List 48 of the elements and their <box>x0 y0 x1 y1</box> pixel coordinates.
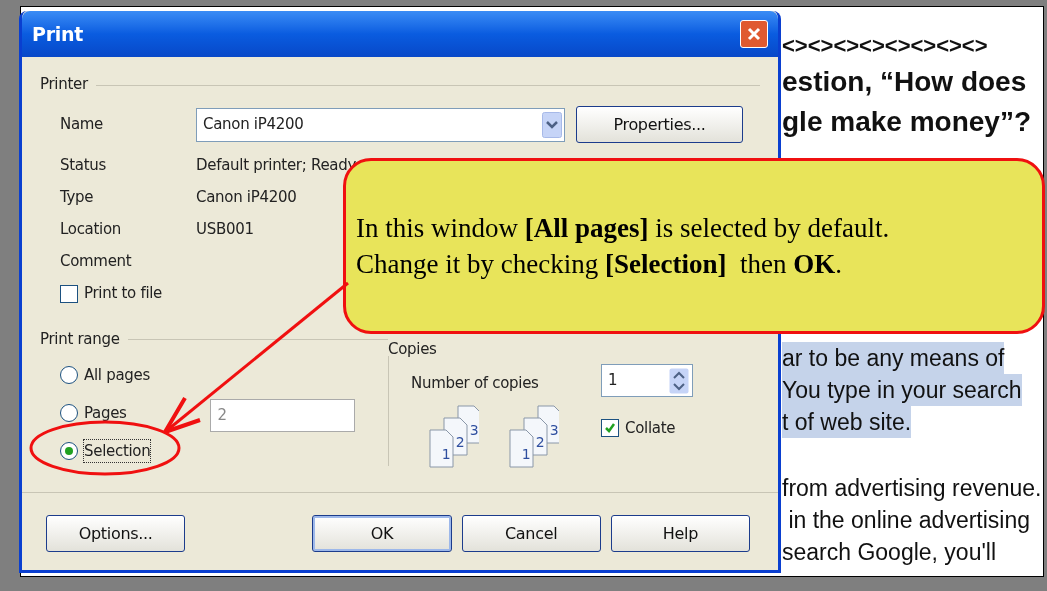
document-heading: <><><><><><><><> <box>782 32 989 60</box>
field-value: Canon iP4200 <box>196 187 297 209</box>
field-label: Location <box>60 219 123 241</box>
checkbox[interactable] <box>601 419 619 438</box>
document-title: estion, “How does <box>782 65 1028 99</box>
dialog-button[interactable]: OK <box>312 515 452 552</box>
spinbox-value: 1 <box>608 370 618 392</box>
field-label: Type <box>60 187 95 209</box>
checkbox[interactable] <box>60 284 78 303</box>
close-icon <box>746 26 762 42</box>
properties-button[interactable]: Properties... <box>576 106 743 143</box>
radio-button[interactable] <box>60 366 78 384</box>
field-label: Status <box>60 155 107 177</box>
copies-spinbox[interactable]: 1 <box>601 364 693 397</box>
group-label: Copies <box>388 338 438 360</box>
group-label: Printer <box>40 74 88 95</box>
radio-label: Selection <box>84 439 151 463</box>
document-text: t of web site. <box>782 406 912 438</box>
radio-button[interactable] <box>60 404 78 422</box>
field-value: USB001 <box>196 219 254 241</box>
window-title: Print <box>32 21 83 47</box>
spin-arrows-icon <box>669 367 689 394</box>
document-text: search Google, you'll <box>782 538 997 567</box>
pages-input[interactable]: 2 <box>210 399 356 432</box>
dialog-button[interactable]: Options... <box>46 515 186 552</box>
radio-button[interactable] <box>60 442 78 460</box>
callout-text: In this window [All pages] is selected by default. <box>356 212 891 245</box>
printer-dropdown[interactable]: Canon iP4200 <box>196 107 565 142</box>
close-button[interactable] <box>740 20 768 48</box>
dialog-button[interactable]: Cancel <box>461 515 601 552</box>
radio-label: Pages <box>84 402 127 424</box>
chevron-down-icon <box>542 111 562 138</box>
document-text: You type in your search <box>782 374 1022 406</box>
document-text: in the online advertising <box>787 506 1031 535</box>
group-label: Print range <box>40 328 120 350</box>
callout-text: Change it by checking [Selection] then OK. <box>356 248 843 281</box>
dropdown-value: Canon iP4200 <box>203 114 304 136</box>
field-label: Number of copies <box>411 373 540 394</box>
document-text: from advertising revenue. <box>782 474 1042 503</box>
checkbox-label: Collate <box>625 418 676 439</box>
field-label: Comment <box>60 251 133 273</box>
checkbox-label: Print to file <box>84 283 163 305</box>
document-text: ar to be any means of <box>782 342 1005 374</box>
document-title: gle make money”? <box>782 105 1032 139</box>
field-label: Name <box>60 114 105 136</box>
radio-label: All pages <box>84 364 150 386</box>
checkmark-icon <box>604 422 616 435</box>
dialog-button[interactable]: Help <box>610 515 750 552</box>
